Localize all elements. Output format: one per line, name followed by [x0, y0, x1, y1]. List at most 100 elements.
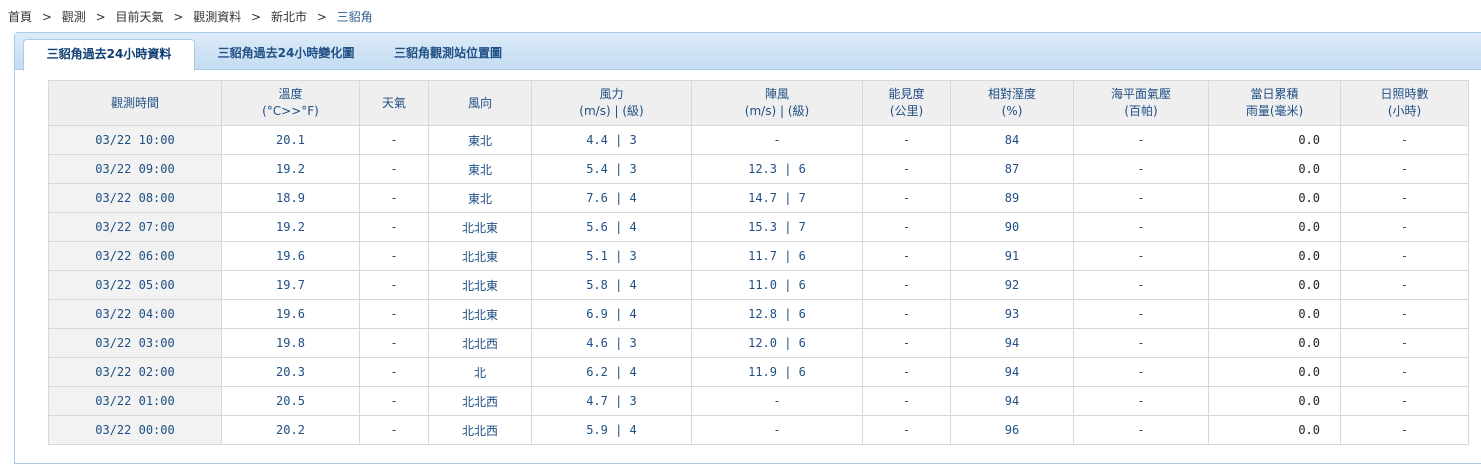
- tab-past-24h-data[interactable]: 三貂角過去24小時資料: [23, 39, 195, 71]
- cell-temperature: 20.2: [221, 415, 360, 445]
- cell-wind-speed: 5.9 | 4: [531, 415, 692, 445]
- cell-temperature: 20.1: [221, 125, 360, 155]
- table-body: 03/22 10:00 20.1- 東北 4.4 | 3- -84-0.0-03/22 …: [48, 125, 1469, 445]
- cell-time: 03/22 01:00: [48, 386, 222, 416]
- cell-sunshine: -: [1340, 357, 1469, 387]
- table-row: 03/22 00:00 20.2- 北北西 5.9 | 4- -96-0.0-: [48, 415, 1469, 445]
- cell-wind-direction: 北北西: [428, 328, 532, 358]
- cell-gust: 12.0 | 6: [691, 328, 863, 358]
- cell-rainfall: 0.0: [1208, 328, 1341, 358]
- cell-visibility: -: [862, 386, 951, 416]
- cell-weather: -: [359, 299, 429, 329]
- cell-rainfall: 0.0: [1208, 299, 1341, 329]
- cell-wind-direction: 東北: [428, 125, 532, 155]
- cell-wind-speed: 4.6 | 3: [531, 328, 692, 358]
- cell-wind-direction: 北北東: [428, 270, 532, 300]
- cell-visibility: -: [862, 270, 951, 300]
- cell-wind-speed: 5.1 | 3: [531, 241, 692, 271]
- cell-time: 03/22 10:00: [48, 125, 222, 155]
- cell-visibility: -: [862, 241, 951, 271]
- cell-rainfall: 0.0: [1208, 386, 1341, 416]
- cell-visibility: -: [862, 154, 951, 184]
- cell-gust: -: [691, 386, 863, 416]
- observation-table: 觀測時間 溫度 (°C>>°F) 天氣 風向 風力 (m/s) | (級) 陣風 (m…: [48, 80, 1469, 445]
- cell-sunshine: -: [1340, 183, 1469, 213]
- cell-sunshine: -: [1340, 212, 1469, 242]
- table-row: 03/22 02:00 20.3- 北 6.2 | 4 11.9 | 6-94-0.0-: [48, 357, 1469, 387]
- cell-wind-speed: 5.8 | 4: [531, 270, 692, 300]
- cell-rainfall: 0.0: [1208, 415, 1341, 445]
- breadcrumb-observation[interactable]: 觀測: [62, 10, 86, 24]
- cell-sunshine: -: [1340, 299, 1469, 329]
- cell-pressure: -: [1073, 328, 1209, 358]
- cell-weather: -: [359, 125, 429, 155]
- breadcrumb-separator: >: [95, 10, 106, 24]
- cell-wind-direction: 北北西: [428, 415, 532, 445]
- header-sunshine-hours: 日照時數 (小時): [1340, 80, 1469, 126]
- cell-time: 03/22 07:00: [48, 212, 222, 242]
- cell-weather: -: [359, 270, 429, 300]
- cell-wind-speed: 5.4 | 3: [531, 154, 692, 184]
- cell-rainfall: 0.0: [1208, 212, 1341, 242]
- table-row: 03/22 07:00 19.2- 北北東 5.6 | 4 15.3 | 7-90-0.…: [48, 212, 1469, 242]
- cell-wind-direction: 東北: [428, 154, 532, 184]
- table-header-row: 觀測時間 溫度 (°C>>°F) 天氣 風向 風力 (m/s) | (級) 陣風 (m…: [48, 80, 1469, 126]
- cell-wind-speed: 5.6 | 4: [531, 212, 692, 242]
- observation-panel: 三貂角過去24小時資料 三貂角過去24小時變化圖 三貂角觀測站位置圖 觀測時間 …: [14, 32, 1481, 464]
- header-relative-humidity: 相對溼度 (%): [950, 80, 1074, 126]
- cell-gust: 15.3 | 7: [691, 212, 863, 242]
- tab-station-location-map[interactable]: 三貂角觀測站位置圖: [383, 39, 513, 69]
- breadcrumb-new-taipei[interactable]: 新北市: [271, 10, 307, 24]
- cell-rainfall: 0.0: [1208, 125, 1341, 155]
- cell-gust: 11.7 | 6: [691, 241, 863, 271]
- breadcrumb-current-weather[interactable]: 目前天氣: [115, 10, 163, 24]
- cell-pressure: -: [1073, 386, 1209, 416]
- cell-humidity: 89: [950, 183, 1074, 213]
- cell-sunshine: -: [1340, 241, 1469, 271]
- cell-sunshine: -: [1340, 415, 1469, 445]
- table-row: 03/22 09:00 19.2- 東北 5.4 | 3 12.3 | 6-87-0.0…: [48, 154, 1469, 184]
- cell-gust: -: [691, 125, 863, 155]
- cell-wind-direction: 北: [428, 357, 532, 387]
- cell-time: 03/22 04:00: [48, 299, 222, 329]
- breadcrumb-home[interactable]: 首頁: [8, 10, 32, 24]
- cell-visibility: -: [862, 357, 951, 387]
- cell-temperature: 19.6: [221, 241, 360, 271]
- table-row: 03/22 04:00 19.6- 北北東 6.9 | 4 12.8 | 6-93-0.…: [48, 299, 1469, 329]
- cell-time: 03/22 08:00: [48, 183, 222, 213]
- cell-pressure: -: [1073, 241, 1209, 271]
- cell-weather: -: [359, 328, 429, 358]
- cell-rainfall: 0.0: [1208, 270, 1341, 300]
- header-gust: 陣風 (m/s) | (級): [691, 80, 863, 126]
- cell-sunshine: -: [1340, 386, 1469, 416]
- cell-weather: -: [359, 154, 429, 184]
- cell-humidity: 84: [950, 125, 1074, 155]
- cell-weather: -: [359, 386, 429, 416]
- header-wind-direction: 風向: [428, 80, 532, 126]
- table-row: 03/22 05:00 19.7- 北北東 5.8 | 4 11.0 | 6-92-0.…: [48, 270, 1469, 300]
- header-visibility: 能見度 (公里): [862, 80, 951, 126]
- tab-past-24h-chart[interactable]: 三貂角過去24小時變化圖: [201, 39, 371, 69]
- cell-pressure: -: [1073, 212, 1209, 242]
- table-row: 03/22 06:00 19.6- 北北東 5.1 | 3 11.7 | 6-91-0.…: [48, 241, 1469, 271]
- cell-humidity: 96: [950, 415, 1074, 445]
- cell-weather: -: [359, 183, 429, 213]
- header-temperature[interactable]: 溫度 (°C>>°F): [221, 80, 360, 126]
- breadcrumb-separator: >: [251, 10, 262, 24]
- breadcrumb-observation-data[interactable]: 觀測資料: [193, 10, 241, 24]
- cell-weather: -: [359, 415, 429, 445]
- cell-gust: 11.0 | 6: [691, 270, 863, 300]
- cell-sunshine: -: [1340, 270, 1469, 300]
- cell-time: 03/22 00:00: [48, 415, 222, 445]
- cell-time: 03/22 03:00: [48, 328, 222, 358]
- cell-wind-direction: 北北西: [428, 386, 532, 416]
- cell-wind-speed: 4.4 | 3: [531, 125, 692, 155]
- breadcrumb-current-station: 三貂角: [336, 10, 373, 24]
- cell-wind-speed: 6.9 | 4: [531, 299, 692, 329]
- cell-rainfall: 0.0: [1208, 183, 1341, 213]
- cell-weather: -: [359, 241, 429, 271]
- cell-humidity: 94: [950, 357, 1074, 387]
- table-row: 03/22 10:00 20.1- 東北 4.4 | 3- -84-0.0-: [48, 125, 1469, 155]
- cell-sunshine: -: [1340, 328, 1469, 358]
- cell-visibility: -: [862, 212, 951, 242]
